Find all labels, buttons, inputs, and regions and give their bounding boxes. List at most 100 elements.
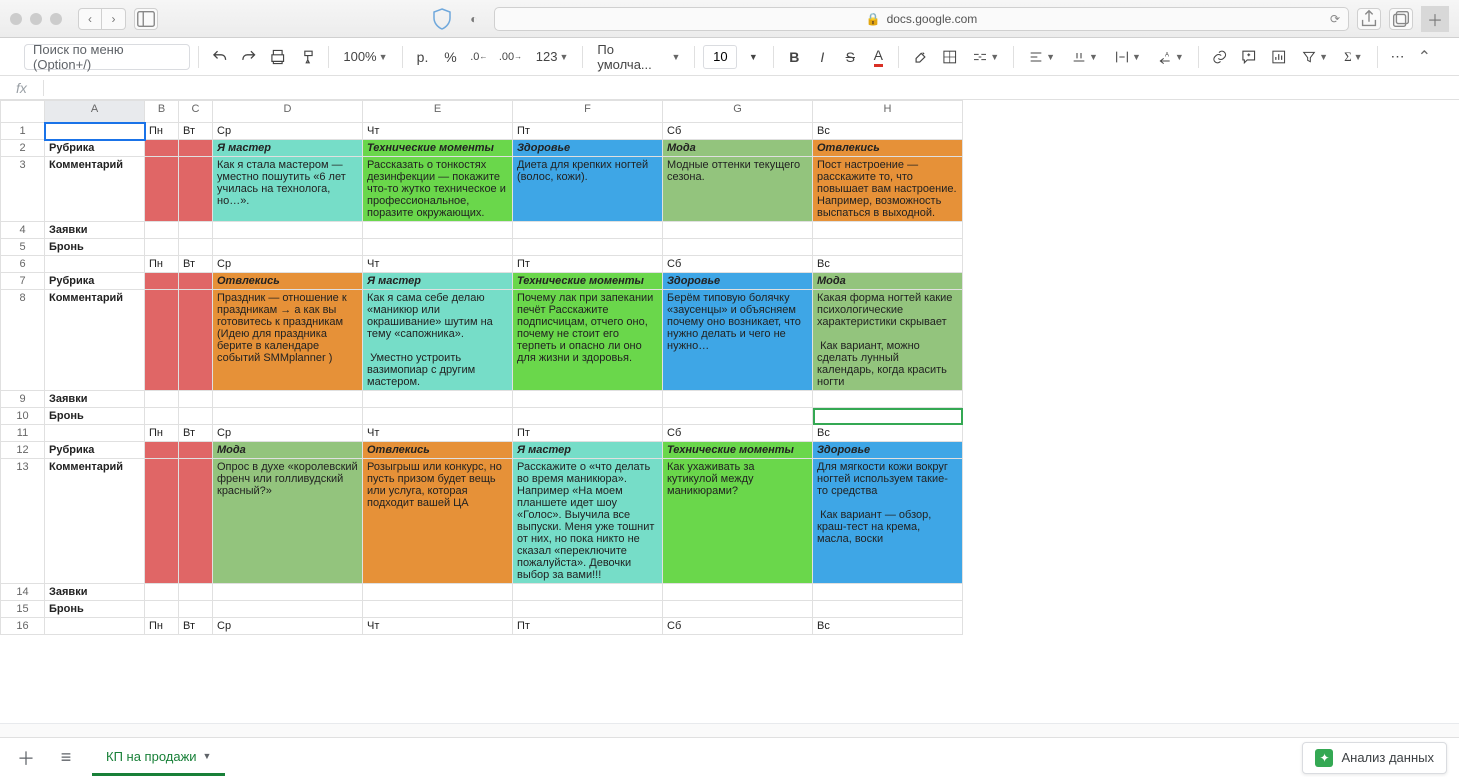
cell[interactable] xyxy=(45,425,145,442)
address-bar[interactable]: 🔒 docs.google.com ⟳ xyxy=(494,7,1349,31)
row-header[interactable]: 12 xyxy=(1,442,45,459)
cell[interactable]: Сб xyxy=(663,618,813,635)
cell[interactable] xyxy=(145,273,179,290)
fill-color-button[interactable] xyxy=(907,44,932,70)
cell[interactable] xyxy=(213,601,363,618)
cell[interactable]: Вс xyxy=(813,618,963,635)
cell[interactable] xyxy=(363,584,513,601)
cell[interactable] xyxy=(45,618,145,635)
sidebar-toggle[interactable] xyxy=(134,8,158,30)
column-header[interactable]: B xyxy=(145,101,179,123)
cell[interactable]: Вт xyxy=(179,123,213,140)
cell[interactable]: Заявки xyxy=(45,222,145,239)
percent-format[interactable]: % xyxy=(439,44,463,70)
all-sheets-button[interactable]: ≡ xyxy=(52,744,80,772)
row-header[interactable]: 3 xyxy=(1,157,45,222)
cell[interactable]: Вс xyxy=(813,123,963,140)
cell[interactable]: Чт xyxy=(363,618,513,635)
font-size-caret[interactable]: ▼ xyxy=(741,44,765,70)
row-header[interactable]: 16 xyxy=(1,618,45,635)
cell[interactable]: Вт xyxy=(179,618,213,635)
cell[interactable] xyxy=(213,408,363,425)
cell[interactable]: Заявки xyxy=(45,584,145,601)
cell[interactable]: Рассказать о тонкостях дезинфекции — пок… xyxy=(363,157,513,222)
cell[interactable] xyxy=(145,584,179,601)
cell[interactable] xyxy=(179,391,213,408)
cell[interactable]: Здоровье xyxy=(663,273,813,290)
sheet-tab[interactable]: КП на продажи ▼ xyxy=(92,740,225,776)
cell[interactable] xyxy=(813,239,963,256)
share-button[interactable] xyxy=(1357,8,1381,30)
insert-link-button[interactable] xyxy=(1207,44,1232,70)
cell[interactable]: Пост настроение — расскажите то, что пов… xyxy=(813,157,963,222)
cell[interactable]: Вс xyxy=(813,425,963,442)
cell[interactable]: Вт xyxy=(179,425,213,442)
cell[interactable] xyxy=(179,601,213,618)
v-align-button[interactable]: ▼ xyxy=(1065,44,1104,70)
insert-comment-button[interactable] xyxy=(1236,44,1261,70)
strikethrough-button[interactable]: S xyxy=(838,44,862,70)
cell[interactable] xyxy=(179,290,213,391)
cell[interactable] xyxy=(363,408,513,425)
cell[interactable]: Пн xyxy=(145,425,179,442)
increase-decimal[interactable]: .00→ xyxy=(495,44,526,70)
cell[interactable]: Чт xyxy=(363,425,513,442)
cell[interactable]: Ср xyxy=(213,425,363,442)
cell[interactable]: Как я сама себе делаю «маникюр или окраш… xyxy=(363,290,513,391)
row-header[interactable]: 15 xyxy=(1,601,45,618)
cell[interactable]: Праздник — отношение к праздникам → а ка… xyxy=(213,290,363,391)
shield-icon[interactable] xyxy=(430,8,454,30)
decrease-decimal[interactable]: .0← xyxy=(467,44,492,70)
cell[interactable]: Рубрика xyxy=(45,140,145,157)
cell[interactable]: Пт xyxy=(513,618,663,635)
cell[interactable]: Пн xyxy=(145,123,179,140)
zoom-select[interactable]: 100%▼ xyxy=(337,44,393,70)
functions-button[interactable]: Σ▼ xyxy=(1338,44,1369,70)
cell[interactable] xyxy=(213,239,363,256)
cell[interactable] xyxy=(813,391,963,408)
cell[interactable]: Бронь xyxy=(45,601,145,618)
row-header[interactable]: 14 xyxy=(1,584,45,601)
cell[interactable] xyxy=(145,290,179,391)
cell[interactable] xyxy=(145,140,179,157)
cell[interactable]: Вт xyxy=(179,256,213,273)
cell[interactable] xyxy=(363,391,513,408)
back-button[interactable]: ‹ xyxy=(78,8,102,30)
cell[interactable] xyxy=(363,222,513,239)
cell[interactable] xyxy=(145,442,179,459)
cell[interactable] xyxy=(45,256,145,273)
cell[interactable] xyxy=(145,408,179,425)
cell[interactable] xyxy=(663,391,813,408)
cell[interactable] xyxy=(179,584,213,601)
cell[interactable] xyxy=(363,601,513,618)
tabs-button[interactable] xyxy=(1389,8,1413,30)
cell[interactable]: Модные оттенки текущего сезона. xyxy=(663,157,813,222)
sheet-tab-menu-caret[interactable]: ▼ xyxy=(203,751,212,761)
borders-button[interactable] xyxy=(937,44,962,70)
cell[interactable]: Сб xyxy=(663,425,813,442)
cell[interactable] xyxy=(179,442,213,459)
cell[interactable]: Берём типовую болячку «заусенцы» и объяс… xyxy=(663,290,813,391)
cell[interactable]: Ср xyxy=(213,123,363,140)
merge-cells-button[interactable]: ▼ xyxy=(966,44,1005,70)
row-header[interactable]: 4 xyxy=(1,222,45,239)
cell[interactable] xyxy=(513,391,663,408)
row-header[interactable]: 6 xyxy=(1,256,45,273)
number-format-select[interactable]: 123▼ xyxy=(530,44,575,70)
traffic-min[interactable] xyxy=(30,13,42,25)
cell[interactable] xyxy=(513,222,663,239)
font-select[interactable]: По умолча...▼ xyxy=(591,44,686,70)
column-header[interactable]: A xyxy=(45,101,145,123)
explore-button[interactable]: ✦ Анализ данных xyxy=(1302,742,1447,774)
horizontal-scroll-track[interactable] xyxy=(0,723,1459,737)
cell[interactable]: Пн xyxy=(145,256,179,273)
reader-icon[interactable]: ◐ xyxy=(462,8,486,30)
column-header[interactable]: H xyxy=(813,101,963,123)
row-header[interactable]: 9 xyxy=(1,391,45,408)
row-header[interactable]: 7 xyxy=(1,273,45,290)
cell[interactable]: Я мастер xyxy=(213,140,363,157)
row-header[interactable]: 1 xyxy=(1,123,45,140)
cell[interactable] xyxy=(663,408,813,425)
cell[interactable]: Отвлекись xyxy=(213,273,363,290)
cell[interactable]: Как я стала мастером — уместно пошутить … xyxy=(213,157,363,222)
